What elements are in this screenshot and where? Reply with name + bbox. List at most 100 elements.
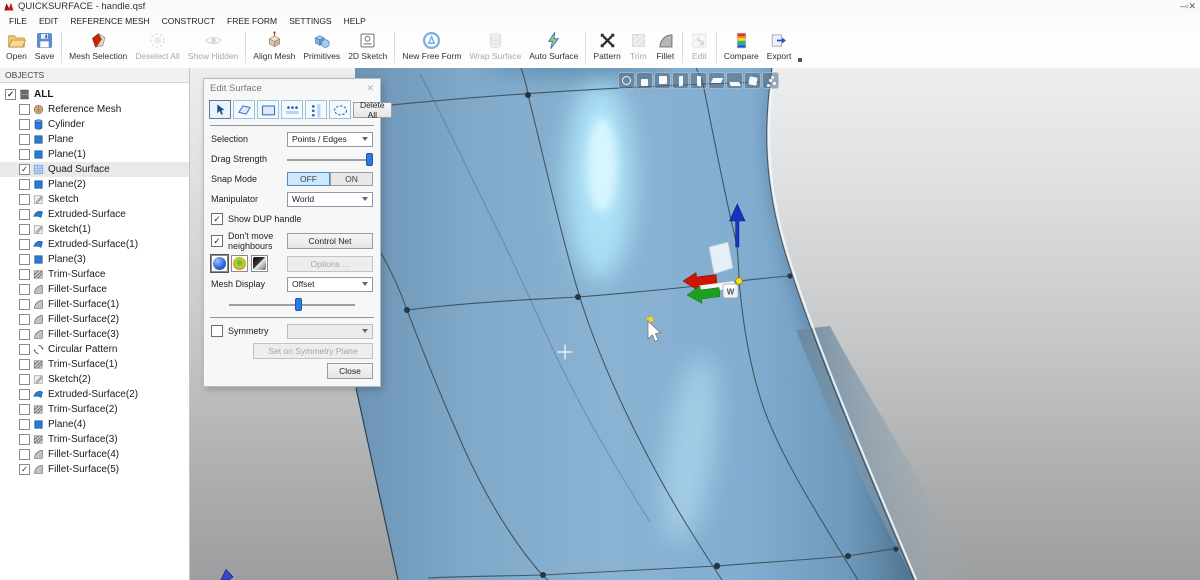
view-left-button[interactable]	[672, 72, 689, 89]
visibility-checkbox[interactable]	[19, 284, 30, 295]
options-button[interactable]: Options ...	[287, 256, 373, 272]
visibility-checkbox[interactable]	[19, 419, 30, 430]
tree-item-extruded-surface-2[interactable]: Extruded-Surface(2)	[0, 387, 189, 402]
tree-item-sketch[interactable]: Sketch	[0, 192, 189, 207]
visibility-checkbox[interactable]	[19, 374, 30, 385]
selected-control-point[interactable]	[736, 278, 743, 285]
tree-item-sketch-2[interactable]: Sketch(2)	[0, 372, 189, 387]
visibility-checkbox[interactable]	[19, 359, 30, 370]
tree-item-plane-1[interactable]: Plane(1)	[0, 147, 189, 162]
tree-item-quad-surface[interactable]: Quad Surface	[0, 162, 189, 177]
pattern-button[interactable]: Pattern	[589, 30, 624, 66]
auto-surface-button[interactable]: Auto Surface	[525, 30, 582, 66]
visibility-checkbox[interactable]	[19, 314, 30, 325]
compare-button[interactable]: Compare	[720, 30, 763, 66]
delete-all-button[interactable]: Delete All	[353, 102, 392, 118]
view-back-button[interactable]	[654, 72, 671, 89]
view-sphere-button[interactable]	[618, 72, 635, 89]
new-free-form-button[interactable]: New Free Form	[398, 30, 465, 66]
control-net-button[interactable]: Control Net	[287, 233, 373, 249]
show-dup-checkbox[interactable]	[211, 213, 223, 225]
visibility-checkbox[interactable]	[19, 149, 30, 160]
tree-item-fillet-surface-3[interactable]: Fillet-Surface(3)	[0, 327, 189, 342]
menu-help[interactable]: HELP	[344, 16, 366, 26]
visibility-checkbox[interactable]	[5, 89, 16, 100]
visibility-checkbox[interactable]	[19, 239, 30, 250]
tree-item-reference-mesh[interactable]: Reference Mesh	[0, 102, 189, 117]
deviation-display-button[interactable]	[231, 255, 248, 272]
visibility-checkbox[interactable]	[19, 209, 30, 220]
set-symmetry-plane-button[interactable]: Set on Symmetry Plane	[253, 343, 373, 359]
loop-select-tool-button[interactable]	[329, 100, 351, 119]
export-more-dot[interactable]	[798, 58, 802, 62]
tree-item-fillet-surface-5[interactable]: Fillet-Surface(5)	[0, 462, 189, 477]
mesh-display-dropdown[interactable]: Offset	[287, 277, 373, 292]
view-iso-button[interactable]	[744, 72, 761, 89]
mesh-transparency-slider[interactable]	[229, 298, 355, 311]
visibility-checkbox[interactable]	[19, 299, 30, 310]
visibility-checkbox[interactable]	[19, 269, 30, 280]
save-button[interactable]: Save	[31, 30, 58, 66]
visibility-checkbox[interactable]	[19, 134, 30, 145]
visibility-checkbox[interactable]	[19, 119, 30, 130]
close-button[interactable]: ✕	[1188, 1, 1196, 11]
dont-move-neighbours-checkbox[interactable]	[211, 235, 223, 247]
menu-settings[interactable]: SETTINGS	[289, 16, 332, 26]
visibility-checkbox[interactable]	[19, 389, 30, 400]
mesh-selection-button[interactable]: Mesh Selection	[65, 30, 131, 66]
snap-on-button[interactable]: ON	[330, 172, 373, 186]
dialog-close-icon[interactable]: ✕	[366, 83, 374, 94]
tree-item-plane-2[interactable]: Plane(2)	[0, 177, 189, 192]
zebra-display-button[interactable]	[251, 255, 268, 272]
tree-item-fillet-surface-4[interactable]: Fillet-Surface(4)	[0, 447, 189, 462]
slider-handle[interactable]	[366, 153, 373, 166]
view-bottom-button[interactable]	[726, 72, 743, 89]
visibility-checkbox[interactable]	[19, 434, 30, 445]
drag-strength-slider[interactable]	[287, 153, 373, 166]
tree-item-fillet-surface-2[interactable]: Fillet-Surface(2)	[0, 312, 189, 327]
align-mesh-button[interactable]: Align Mesh	[249, 30, 299, 66]
view-front-button[interactable]	[636, 72, 653, 89]
select-points-tool-button[interactable]	[209, 100, 231, 119]
tree-item-trim-surface[interactable]: Trim-Surface	[0, 267, 189, 282]
visibility-checkbox[interactable]	[19, 344, 30, 355]
menu-edit[interactable]: EDIT	[39, 16, 58, 26]
move-plane-tool-button[interactable]	[233, 100, 255, 119]
tree-item-trim-surface-1[interactable]: Trim-Surface(1)	[0, 357, 189, 372]
menu-reference-mesh[interactable]: REFERENCE MESH	[70, 16, 149, 26]
column-select-tool-button[interactable]	[305, 100, 327, 119]
tree-item-circular-pattern[interactable]: Circular Pattern	[0, 342, 189, 357]
snap-off-button[interactable]: OFF	[287, 172, 330, 186]
tree-item-plane[interactable]: Plane	[0, 132, 189, 147]
view-graph-button[interactable]	[762, 72, 779, 89]
tree-item-extruded-surface[interactable]: Extruded-Surface	[0, 207, 189, 222]
2d-sketch-button[interactable]: 2D Sketch	[344, 30, 391, 66]
primitives-button[interactable]: Primitives	[299, 30, 344, 66]
selection-dropdown[interactable]: Points / Edges	[287, 132, 373, 147]
tree-item-sketch-1[interactable]: Sketch(1)	[0, 222, 189, 237]
tree-item-trim-surface-3[interactable]: Trim-Surface(3)	[0, 432, 189, 447]
menu-file[interactable]: FILE	[9, 16, 27, 26]
rect-select-tool-button[interactable]	[257, 100, 279, 119]
close-button[interactable]: Close	[327, 363, 373, 379]
visibility-checkbox[interactable]	[19, 254, 30, 265]
tree-item-fillet-surface-1[interactable]: Fillet-Surface(1)	[0, 297, 189, 312]
visibility-checkbox[interactable]	[19, 224, 30, 235]
shaded-display-button[interactable]	[211, 255, 228, 272]
visibility-checkbox[interactable]	[19, 404, 30, 415]
row-select-tool-button[interactable]	[281, 100, 303, 119]
visibility-checkbox[interactable]	[19, 194, 30, 205]
menu-free-form[interactable]: FREE FORM	[227, 16, 277, 26]
visibility-checkbox[interactable]	[19, 179, 30, 190]
manipulator-dropdown[interactable]: World	[287, 192, 373, 207]
tree-item-cylinder[interactable]: Cylinder	[0, 117, 189, 132]
fillet-button[interactable]: Fillet	[652, 30, 679, 66]
tree-item-all[interactable]: ALL	[0, 87, 189, 102]
tree-item-plane-4[interactable]: Plane(4)	[0, 417, 189, 432]
menu-construct[interactable]: CONSTRUCT	[162, 16, 215, 26]
view-top-button[interactable]	[708, 72, 725, 89]
export-button[interactable]: Export	[763, 30, 796, 66]
tree-item-fillet-surface[interactable]: Fillet-Surface	[0, 282, 189, 297]
view-right-button[interactable]	[690, 72, 707, 89]
open-button[interactable]: Open	[2, 30, 31, 66]
